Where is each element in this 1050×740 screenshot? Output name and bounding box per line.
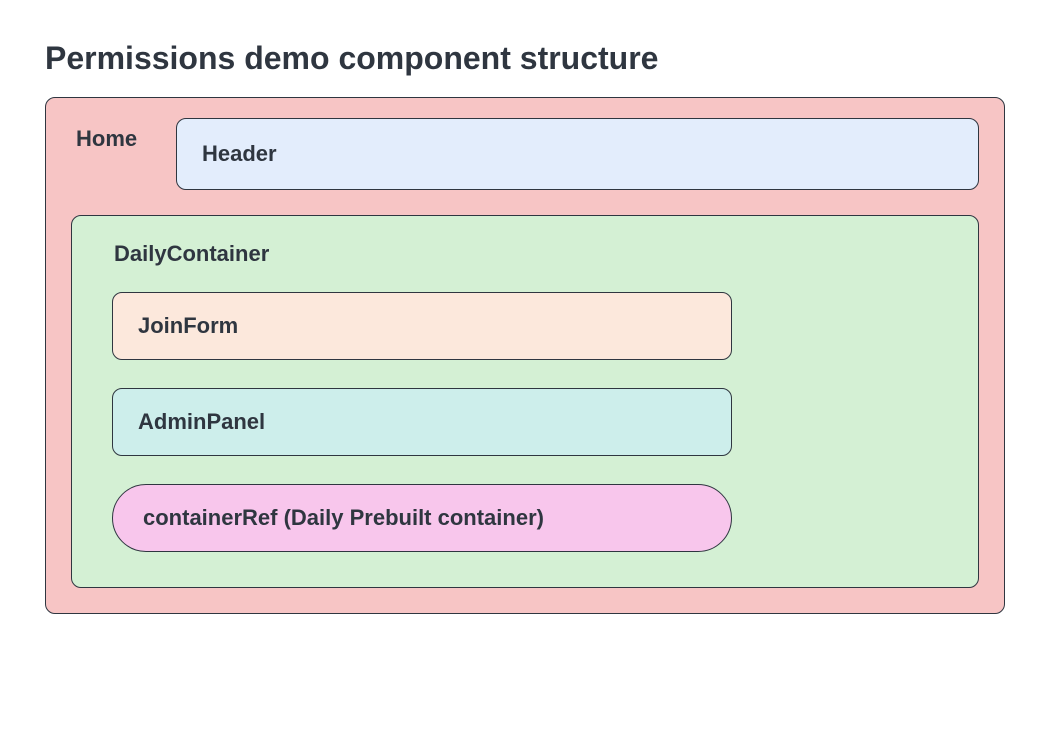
containerref-label: containerRef (Daily Prebuilt container): [143, 505, 701, 531]
header-component-box: Header: [176, 118, 979, 190]
dailycontainer-component-box: DailyContainer JoinForm AdminPanel conta…: [71, 215, 979, 588]
adminpanel-label: AdminPanel: [138, 409, 706, 435]
dailycontainer-label: DailyContainer: [102, 241, 948, 267]
home-component-box: Home Header DailyContainer JoinForm Admi…: [45, 97, 1005, 614]
joinform-label: JoinForm: [138, 313, 706, 339]
containerref-component-box: containerRef (Daily Prebuilt container): [112, 484, 732, 552]
joinform-component-box: JoinForm: [112, 292, 732, 360]
home-label: Home: [71, 118, 156, 152]
diagram-page: Permissions demo component structure Hom…: [0, 0, 1050, 654]
diagram-title: Permissions demo component structure: [45, 40, 1005, 77]
home-top-row: Home Header: [71, 118, 979, 190]
adminpanel-component-box: AdminPanel: [112, 388, 732, 456]
header-label: Header: [202, 141, 953, 167]
